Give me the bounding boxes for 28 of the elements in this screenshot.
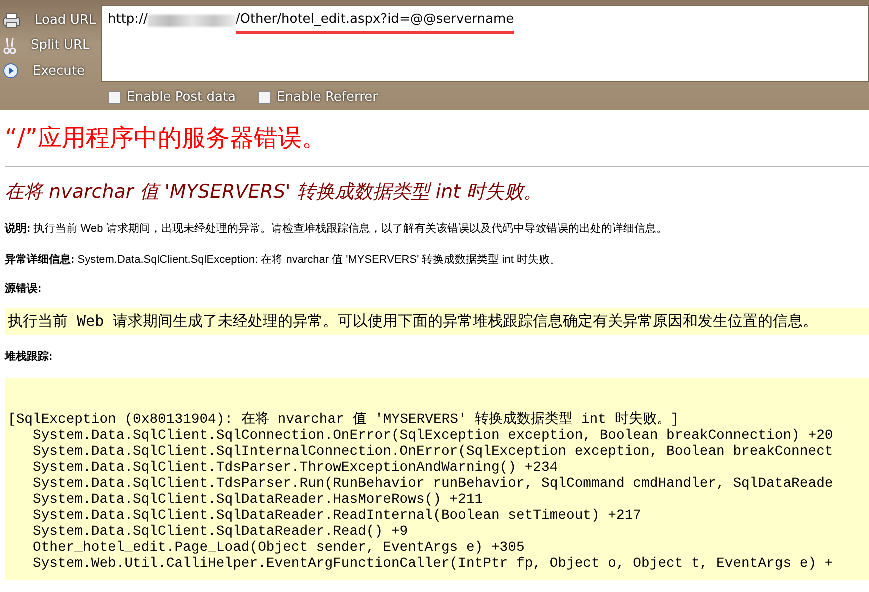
section-label: 源错误:	[5, 282, 43, 296]
stack-trace-line: System.Data.SqlClient.SqlConnection.OnError(SqlException exception, Boolean breakConnection) +20	[32, 428, 834, 444]
section-label: 堆栈跟踪:	[5, 350, 54, 364]
checkbox[interactable]	[258, 91, 272, 104]
exception-details-text: 异常详细信息: System.Data.SqlClient.SqlException: 在将 nvarchar 值 'MYSERVERS' 转换成数据类型 int 时失败。	[5, 252, 562, 267]
stack-trace-line: System.Web.Util.CalliHelper.EventArgFunctionCaller(IntPtr fp, Object o, Object t, EventArgs e) +	[32, 556, 834, 572]
page-title: “/”应用程序中的服务器错误。	[5, 123, 327, 154]
stack-trace-line: System.Data.SqlClient.SqlInternalConnection.OnError(SqlException exception, Boolean breakConnect	[32, 444, 834, 460]
error-heading: 在将 nvarchar 值 'MYSERVERS' 转换成数据类型 int 时失败。	[5, 180, 544, 205]
stack-trace-line: System.Data.SqlClient.TdsParser.ThrowExceptionAndWarning() +234	[32, 460, 560, 476]
split-url-button[interactable]: Split URL	[0, 33, 101, 59]
source-error-text: 执行当前 Web 请求期间生成了未经处理的异常。可以使用下面的异常堆栈跟踪信息确定有关异常原因和发生位置的信息。	[5, 308, 869, 335]
printer-icon	[3, 12, 21, 29]
url-field[interactable]: http:// /Other/hotel_edit.aspx?id=@@servername	[101, 5, 869, 82]
stack-trace-line: Other_hotel_edit.Page_Load(Object sender, EventArgs e) +305	[32, 540, 526, 556]
stack-trace-line: System.Data.SqlClient.TdsParser.Run(RunBehavior runBehavior, SqlCommand cmdHandler, SqlDataReade	[32, 476, 834, 492]
execute-button[interactable]: Execute	[0, 58, 101, 84]
checkbox-label[interactable]: Enable Post data	[127, 90, 236, 105]
stack-trace-line: System.Data.SqlClient.SqlDataReader.Read() +9	[32, 524, 410, 540]
checkbox[interactable]	[108, 91, 121, 104]
checkbox-label[interactable]: Enable Referrer	[277, 90, 378, 105]
load-url-button[interactable]: Load URL	[0, 8, 101, 34]
stack-trace-line: [SqlException (0x80131904): 在将 nvarchar 值 'MYSERVERS' 转换成数据类型 int 时失败。]	[8, 412, 680, 428]
scissors-icon	[3, 36, 17, 55]
play-icon	[3, 63, 19, 80]
description-text: 说明: 执行当前 Web 请求期间，出现未经处理的异常。请检查堆栈跟踪信息，以了解有关该错误以及代码中导致错误的出处的详细信息。	[5, 222, 668, 236]
stack-trace-line: System.Data.SqlClient.SqlDataReader.HasMoreRows() +211	[32, 492, 484, 508]
stack-trace-line: System.Data.SqlClient.SqlDataReader.ReadInternal(Boolean setTimeout) +217	[32, 508, 643, 524]
